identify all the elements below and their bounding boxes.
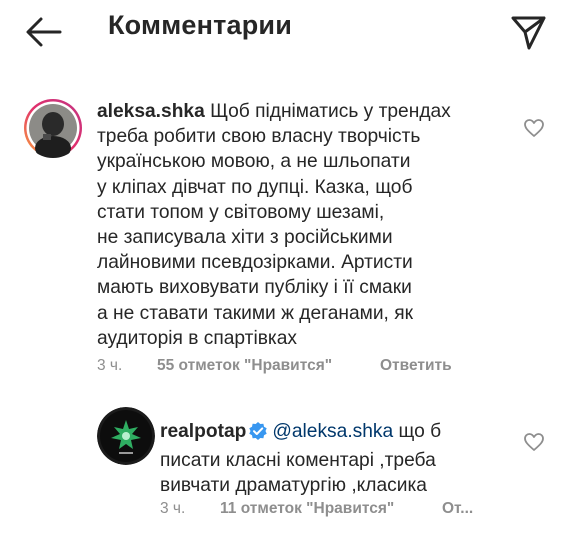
- avatar-aleksa-shka[interactable]: [23, 98, 83, 158]
- heart-outline-icon[interactable]: [523, 432, 545, 452]
- reply-text-first: що б: [398, 421, 442, 442]
- comment-meta-row: 3 ч. 55 отметок "Нравится" Ответить: [0, 357, 576, 377]
- comment-text: Щоб підніматись у трендах треба робити с…: [97, 101, 451, 349]
- reply-button[interactable]: Ответить: [380, 357, 452, 375]
- comment-body: aleksa.shka Щоб підніматись у трендах тр…: [97, 99, 517, 351]
- header-bar: Комментарии: [0, 0, 576, 64]
- reply-username[interactable]: realpotap: [160, 421, 246, 442]
- avatar-realpotap[interactable]: [97, 407, 155, 465]
- comment-time: 3 ч.: [97, 357, 123, 374]
- reply-text: писати класні коментарі ,треба вивчати д…: [160, 450, 436, 497]
- page-title: Комментарии: [108, 10, 293, 40]
- reply-mention-link[interactable]: @aleksa.shka: [272, 421, 393, 442]
- verified-badge-icon: [248, 421, 268, 448]
- reply-meta-row: 3 ч. 11 отметок "Нравится" От...: [0, 500, 576, 520]
- paper-plane-icon[interactable]: [508, 12, 548, 52]
- comment-likes-count[interactable]: 55 отметок "Нравится": [157, 357, 332, 375]
- comment-username[interactable]: aleksa.shka: [97, 101, 205, 122]
- reply-body: realpotap @aleksa.shka що б писати класні…: [160, 419, 510, 499]
- reply-reply-button[interactable]: От...: [442, 500, 473, 518]
- reply-time: 3 ч.: [160, 500, 186, 517]
- reply-likes-count[interactable]: 11 отметок "Нравится": [220, 500, 394, 518]
- back-arrow-icon[interactable]: [24, 14, 64, 50]
- heart-outline-icon[interactable]: [523, 118, 545, 138]
